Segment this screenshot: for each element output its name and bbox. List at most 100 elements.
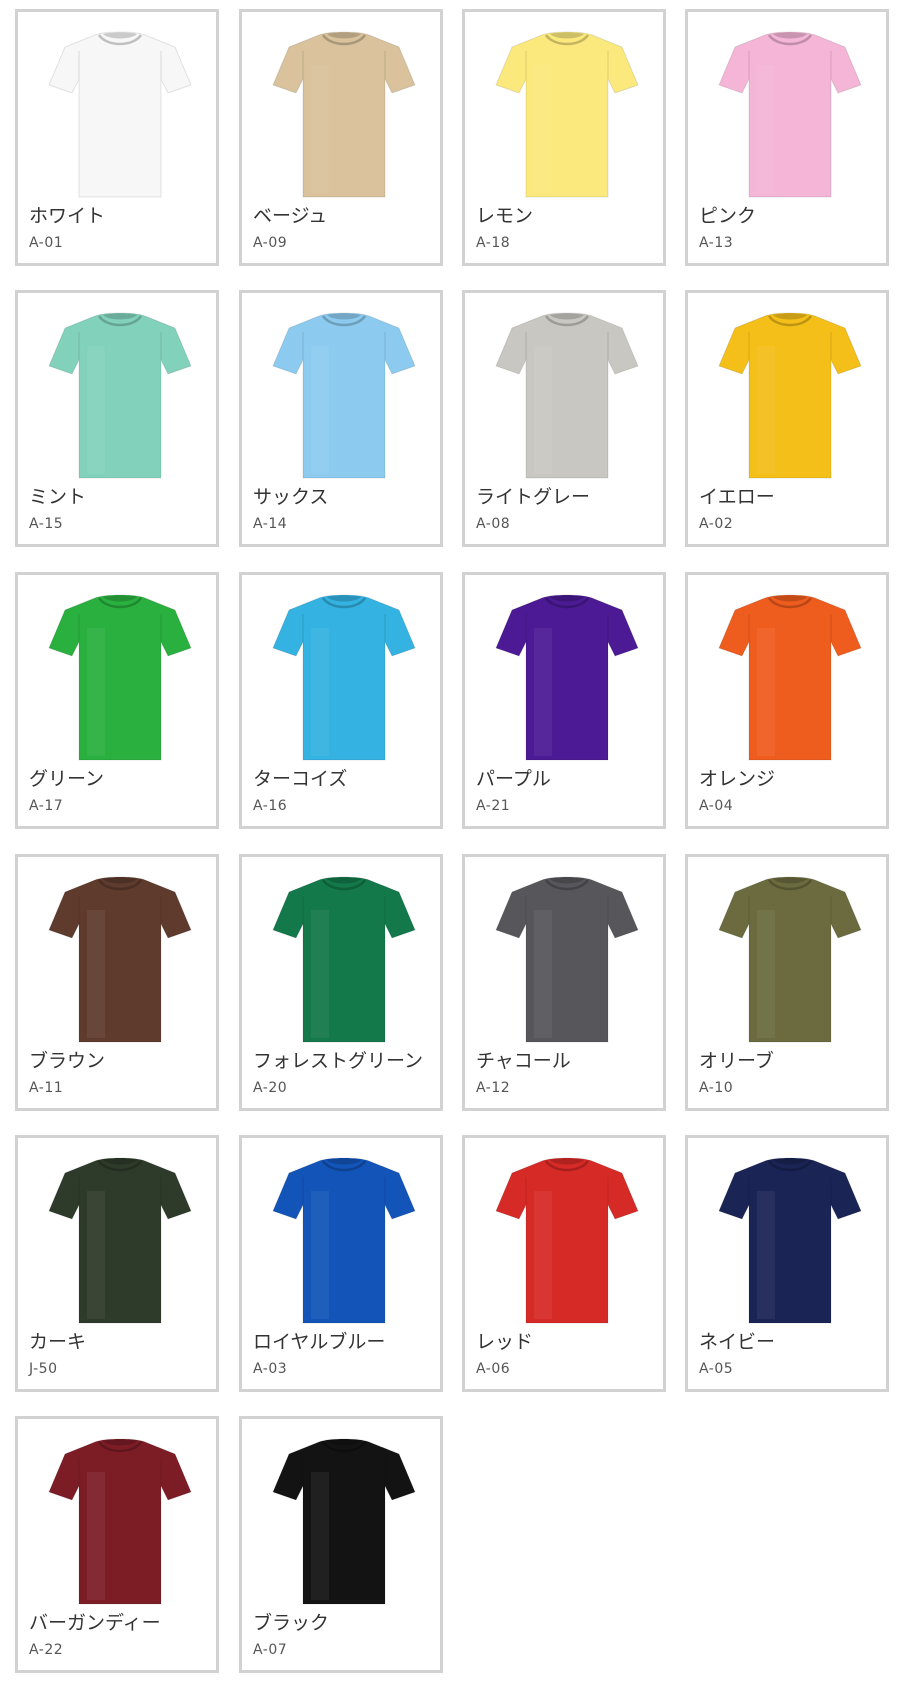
tshirt-icon bbox=[495, 31, 639, 198]
color-name: イエロー bbox=[699, 486, 775, 508]
tshirt-image bbox=[271, 25, 417, 203]
tshirt-image bbox=[271, 870, 417, 1048]
color-code: A-13 bbox=[699, 235, 734, 251]
color-code: J-50 bbox=[29, 1361, 58, 1377]
color-card[interactable]: ミント A-15 bbox=[15, 290, 219, 547]
color-code: A-09 bbox=[253, 235, 288, 251]
color-name: ホワイト bbox=[29, 205, 106, 227]
tshirt-icon bbox=[48, 1157, 192, 1324]
tshirt-image bbox=[47, 306, 193, 484]
color-card[interactable]: ネイビー A-05 bbox=[685, 1135, 889, 1392]
color-name: ネイビー bbox=[699, 1331, 776, 1353]
color-code: A-12 bbox=[476, 1080, 511, 1096]
tshirt-icon bbox=[718, 594, 862, 761]
color-name: ブラウン bbox=[29, 1050, 106, 1072]
tshirt-image bbox=[494, 870, 640, 1048]
tshirt-image bbox=[271, 306, 417, 484]
color-name: レッド bbox=[476, 1331, 534, 1353]
tshirt-image bbox=[47, 870, 193, 1048]
color-card[interactable]: ブラウン A-11 bbox=[15, 854, 219, 1111]
tshirt-icon bbox=[48, 876, 192, 1043]
color-card[interactable]: ロイヤルブルー A-03 bbox=[239, 1135, 443, 1392]
color-card[interactable]: グリーン A-17 bbox=[15, 572, 219, 829]
tshirt-image bbox=[717, 1151, 863, 1329]
color-name: ライトグレー bbox=[476, 486, 591, 508]
color-name: パープル bbox=[476, 768, 551, 790]
color-name: グリーン bbox=[29, 768, 105, 790]
color-code: A-16 bbox=[253, 798, 288, 814]
tshirt-image bbox=[494, 306, 640, 484]
color-card[interactable]: レッド A-06 bbox=[462, 1135, 666, 1392]
color-code: A-20 bbox=[253, 1080, 288, 1096]
color-name: サックス bbox=[253, 486, 329, 508]
tshirt-image bbox=[494, 588, 640, 766]
color-card[interactable]: パープル A-21 bbox=[462, 572, 666, 829]
color-card[interactable]: ターコイズ A-16 bbox=[239, 572, 443, 829]
color-name: ベージュ bbox=[253, 205, 328, 227]
color-swatch-grid: ホワイト A-01 ベージュ A-09 レモン A-18 ピンク A-13 ミン… bbox=[0, 0, 900, 1684]
color-code: A-07 bbox=[253, 1642, 288, 1658]
color-card[interactable]: フォレストグリーン A-20 bbox=[239, 854, 443, 1111]
tshirt-icon bbox=[48, 1438, 192, 1605]
tshirt-image bbox=[47, 1432, 193, 1610]
color-name: ロイヤルブルー bbox=[253, 1331, 386, 1353]
color-code: A-10 bbox=[699, 1080, 734, 1096]
color-card[interactable]: ピンク A-13 bbox=[685, 9, 889, 266]
color-card[interactable]: ホワイト A-01 bbox=[15, 9, 219, 266]
color-code: A-04 bbox=[699, 798, 734, 814]
color-code: A-03 bbox=[253, 1361, 288, 1377]
tshirt-image bbox=[494, 25, 640, 203]
color-card[interactable]: イエロー A-02 bbox=[685, 290, 889, 547]
tshirt-image bbox=[271, 1432, 417, 1610]
color-card[interactable]: バーガンディー A-22 bbox=[15, 1416, 219, 1673]
tshirt-icon bbox=[272, 312, 416, 479]
color-card[interactable]: オリーブ A-10 bbox=[685, 854, 889, 1111]
color-card[interactable]: レモン A-18 bbox=[462, 9, 666, 266]
color-name: フォレストグリーン bbox=[253, 1050, 424, 1072]
color-card[interactable]: カーキ J-50 bbox=[15, 1135, 219, 1392]
tshirt-icon bbox=[48, 31, 192, 198]
tshirt-image bbox=[717, 306, 863, 484]
color-code: A-21 bbox=[476, 798, 511, 814]
color-card[interactable]: ブラック A-07 bbox=[239, 1416, 443, 1673]
tshirt-icon bbox=[495, 312, 639, 479]
tshirt-icon bbox=[718, 31, 862, 198]
color-card[interactable]: オレンジ A-04 bbox=[685, 572, 889, 829]
tshirt-image bbox=[717, 870, 863, 1048]
color-card[interactable]: サックス A-14 bbox=[239, 290, 443, 547]
tshirt-icon bbox=[495, 1157, 639, 1324]
color-code: A-14 bbox=[253, 516, 288, 532]
color-code: A-11 bbox=[29, 1080, 64, 1096]
color-name: オレンジ bbox=[699, 768, 776, 790]
color-code: A-17 bbox=[29, 798, 64, 814]
color-code: A-01 bbox=[29, 235, 64, 251]
color-name: ミント bbox=[29, 486, 87, 508]
tshirt-icon bbox=[718, 1157, 862, 1324]
color-card[interactable]: ベージュ A-09 bbox=[239, 9, 443, 266]
tshirt-image bbox=[271, 588, 417, 766]
tshirt-icon bbox=[48, 594, 192, 761]
color-card[interactable]: チャコール A-12 bbox=[462, 854, 666, 1111]
tshirt-image bbox=[717, 25, 863, 203]
color-name: チャコール bbox=[476, 1050, 571, 1072]
tshirt-icon bbox=[495, 594, 639, 761]
color-code: A-02 bbox=[699, 516, 734, 532]
tshirt-image bbox=[717, 588, 863, 766]
color-code: A-06 bbox=[476, 1361, 511, 1377]
tshirt-image bbox=[47, 588, 193, 766]
color-card[interactable]: ライトグレー A-08 bbox=[462, 290, 666, 547]
color-name: ターコイズ bbox=[253, 768, 348, 790]
tshirt-image bbox=[47, 25, 193, 203]
tshirt-icon bbox=[718, 312, 862, 479]
tshirt-icon bbox=[718, 876, 862, 1043]
color-code: A-08 bbox=[476, 516, 511, 532]
color-name: カーキ bbox=[29, 1331, 87, 1353]
tshirt-image bbox=[47, 1151, 193, 1329]
color-name: オリーブ bbox=[699, 1050, 774, 1072]
tshirt-image bbox=[494, 1151, 640, 1329]
color-name: バーガンディー bbox=[29, 1612, 161, 1634]
color-name: レモン bbox=[476, 205, 534, 227]
color-code: A-05 bbox=[699, 1361, 734, 1377]
color-code: A-18 bbox=[476, 235, 511, 251]
tshirt-icon bbox=[272, 876, 416, 1043]
